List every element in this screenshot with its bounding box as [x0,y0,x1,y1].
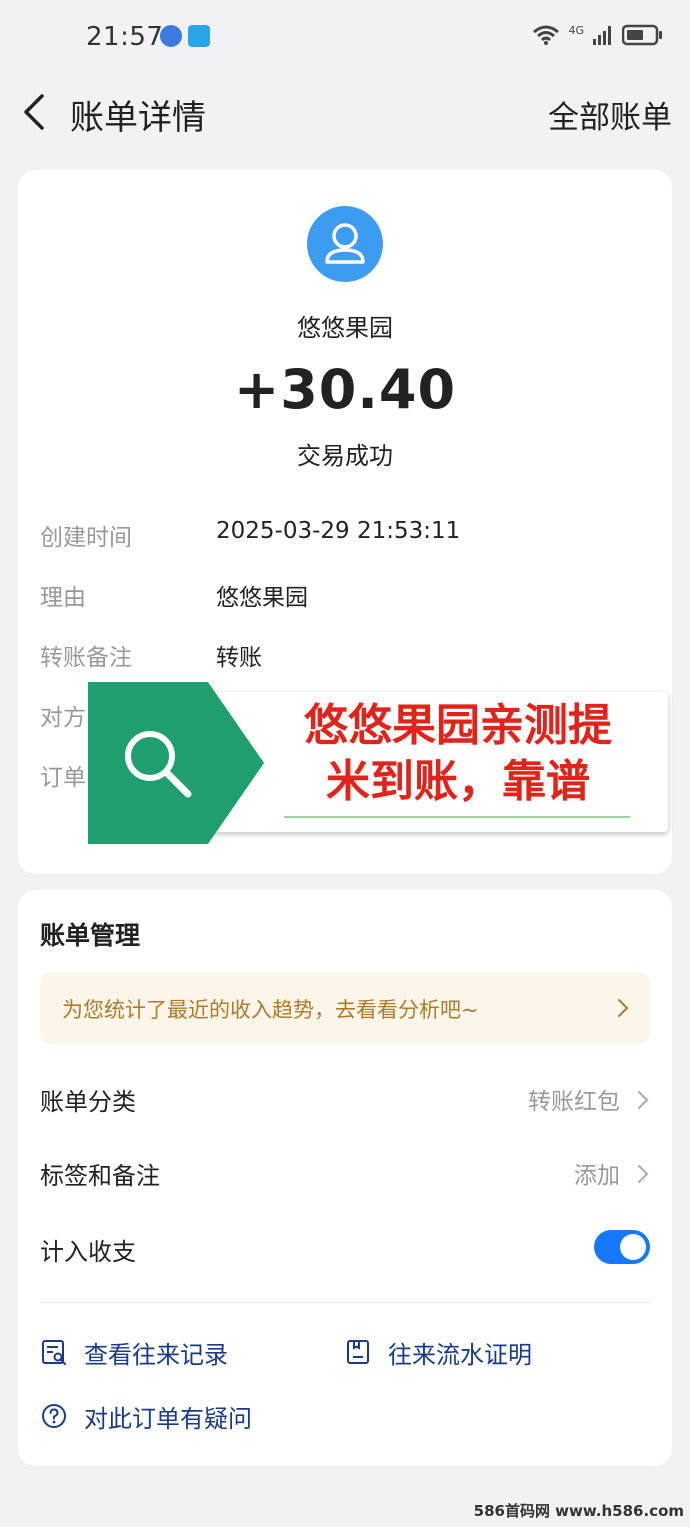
payee-name: 悠悠果园 [297,314,393,342]
row-label: 计入收支 [40,1238,136,1266]
detail-value: 转账 [216,645,262,671]
row-label: 标签和备注 [40,1162,160,1190]
chevron-left-icon[interactable] [18,92,52,132]
toggle-knob [620,1234,646,1260]
section-title: 账单管理 [40,921,141,950]
promo-text: 悠悠果园亲测提 米到账，靠谱 [258,698,658,810]
app-notification-icon [188,25,210,47]
tags-notes-row[interactable]: 标签和备注 添加 [40,1154,650,1194]
divider [40,1302,650,1303]
row-value: 添加 [574,1163,620,1189]
chevron-right-icon [638,1165,649,1183]
link-label: 对此订单有疑问 [84,1404,252,1433]
statement-proof-link[interactable]: 往来流水证明 [344,1332,532,1372]
detail-key: 创建时间 [40,525,132,551]
promo-overlay: 悠悠果园亲测提 米到账，靠谱 [88,680,670,846]
search-icon [125,731,192,798]
include-in-budget-row: 计入收支 [40,1230,650,1270]
status-time: 21:57 [86,22,164,52]
bill-category-row[interactable]: 账单分类 转账红包 [40,1080,650,1120]
transaction-amount: +30.40 [233,358,457,421]
chevron-right-icon [618,999,629,1017]
avatar [307,206,383,282]
detail-row-remark: 转账备注 转账 [40,638,650,674]
user-icon [325,223,365,264]
include-in-budget-toggle[interactable] [594,1230,650,1264]
detail-key: 对方 [40,705,86,731]
promo-line-1: 悠悠果园亲测提 [304,700,612,751]
banner-text: 为您统计了最近的收入趋势，去看看分析吧~ [62,998,479,1022]
chevron-right-icon [638,1091,649,1109]
order-question-link[interactable]: 对此订单有疑问 [40,1396,252,1436]
detail-value: 2025-03-29 21:53:11 [216,518,461,544]
signal-icon [593,26,611,45]
detail-key: 订单 [40,765,86,791]
network-type-label: 4G [568,24,584,37]
detail-key: 理由 [40,585,86,611]
promo-line-2: 米到账，靠谱 [326,756,590,807]
question-circle-icon [42,1404,66,1428]
row-label: 账单分类 [40,1088,136,1116]
row-value: 转账红包 [528,1089,620,1115]
detail-key: 转账备注 [40,645,132,671]
location-share-icon [160,25,182,47]
view-records-link[interactable]: 查看往来记录 [40,1332,228,1372]
status-indicators: 4G [532,24,664,46]
bill-management-card: 账单管理 为您统计了最近的收入趋势，去看看分析吧~ 账单分类 转账红包 标签和备… [18,890,672,1466]
detail-row-reason: 理由 悠悠果园 [40,578,650,614]
promo-underline [284,816,630,818]
nav-bar: 账单详情 全部账单 [0,76,690,156]
link-label: 往来流水证明 [388,1340,532,1369]
detail-value: 悠悠果园 [216,585,308,611]
income-trend-banner[interactable]: 为您统计了最近的收入趋势，去看看分析吧~ [40,972,650,1044]
all-bills-link[interactable]: 全部账单 [548,92,672,137]
page-title: 账单详情 [70,98,206,138]
transaction-status: 交易成功 [297,442,393,470]
record-search-icon [42,1340,66,1365]
status-bar: 21:57 4G [0,0,690,76]
document-icon [347,1340,369,1364]
battery-icon [622,24,662,46]
site-watermark: 586首码网 www.h586.com [473,1502,684,1520]
link-label: 查看往来记录 [84,1340,228,1369]
detail-row-created-time: 创建时间 2025-03-29 21:53:11 [40,518,650,554]
wifi-icon [533,25,560,45]
